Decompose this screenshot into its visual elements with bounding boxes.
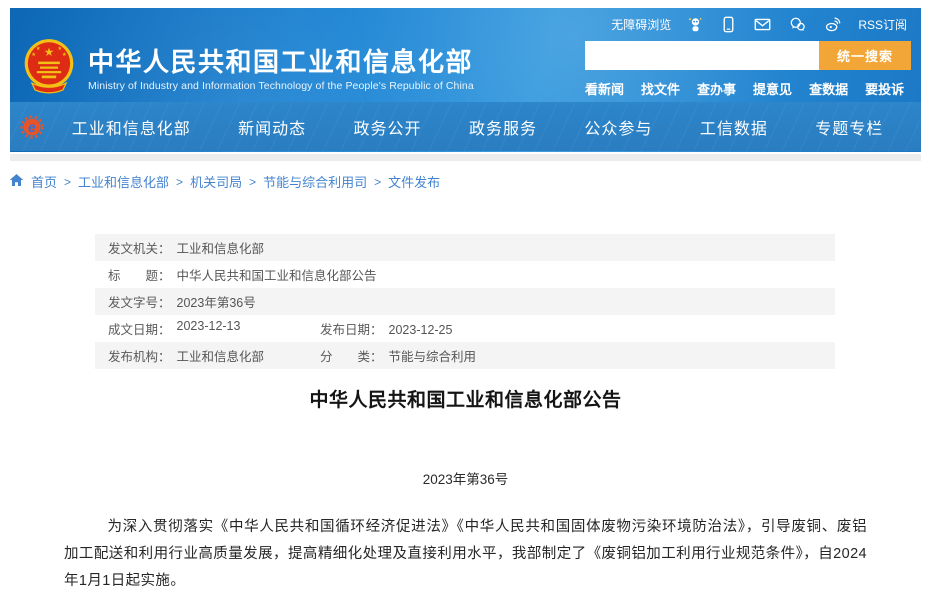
home-icon: [9, 173, 24, 190]
meta-value: 工业和信息化部: [177, 242, 265, 256]
nav-item-miit[interactable]: 工业和信息化部: [72, 115, 191, 139]
breadcrumb-separator: >: [176, 175, 183, 189]
quick-link-suggestions[interactable]: 提意见: [753, 79, 792, 98]
robot-assistant-icon[interactable]: ✦ ✦: [687, 16, 704, 33]
meta-row-doc-number: 发文字号： 2023年第36号: [95, 288, 835, 315]
nav-item-public-participation[interactable]: 公众参与: [584, 115, 652, 139]
nav-item-gov-services[interactable]: 政务服务: [469, 115, 537, 139]
svg-text:★: ★: [44, 46, 54, 59]
article-doc-number: 2023年第36号: [0, 468, 931, 488]
quick-link-news[interactable]: 看新闻: [585, 79, 624, 98]
national-emblem-logo: ★ ★ ★ ★ ★: [22, 38, 76, 101]
article-paragraph: 为深入贯彻落实《中华人民共和国循环经济促进法》《中华人民共和国固体废物污染环境防…: [64, 514, 867, 595]
nav-item-gov-disclosure[interactable]: 政务公开: [354, 115, 422, 139]
rss-link[interactable]: RSS订阅: [858, 16, 907, 33]
meta-value: 工业和信息化部: [177, 346, 265, 365]
e-spiral-icon: e: [20, 115, 44, 139]
site-title: 中华人民共和国工业和信息化部: [88, 46, 474, 78]
nav-item-special-topics[interactable]: 专题专栏: [815, 115, 883, 139]
meta-value: 节能与综合利用: [389, 350, 477, 364]
meta-row-title: 标 题： 中华人民共和国工业和信息化部公告: [95, 261, 835, 288]
breadcrumb-home[interactable]: 首页: [31, 172, 57, 191]
topbar: 无障碍浏览 ✦ ✦: [10, 8, 921, 34]
wechat-icon[interactable]: [788, 16, 807, 33]
accessibility-link[interactable]: 无障碍浏览: [611, 16, 671, 33]
search-input[interactable]: [585, 41, 819, 70]
breadcrumb-miit[interactable]: 工业和信息化部: [78, 172, 169, 191]
meta-label: 标 题：: [108, 269, 171, 283]
svg-text:★: ★: [62, 52, 67, 58]
article-title: 中华人民共和国工业和信息化部公告: [0, 385, 931, 412]
meta-label: 发文机关：: [108, 242, 171, 256]
breadcrumb-separator: >: [64, 175, 71, 189]
meta-label: 分 类：: [320, 350, 383, 364]
meta-row-issuing-authority: 发文机关： 工业和信息化部: [95, 234, 835, 261]
meta-value: 2023年第36号: [177, 296, 256, 310]
weibo-icon[interactable]: [823, 16, 842, 33]
meta-value: 2023-12-13: [177, 319, 241, 338]
meta-value: 中华人民共和国工业和信息化部公告: [177, 269, 377, 283]
site-subtitle: Ministry of Industry and Information Tec…: [88, 80, 474, 92]
doc-meta-table: 发文机关： 工业和信息化部 标 题： 中华人民共和国工业和信息化部公告 发文字号： 2…: [95, 234, 835, 369]
quick-link-data[interactable]: 查数据: [809, 79, 848, 98]
mail-icon[interactable]: [753, 16, 772, 33]
breadcrumb-document-release[interactable]: 文件发布: [388, 172, 440, 191]
meta-label: 发文字号：: [108, 296, 171, 310]
search-button[interactable]: 统一搜索: [819, 41, 911, 70]
quick-links: 看新闻 找文件 查办事 提意见 查数据 要投诉: [585, 79, 911, 98]
meta-label: 成文日期：: [108, 319, 171, 338]
svg-text:★: ★: [36, 45, 41, 51]
meta-label: 发布日期：: [320, 323, 383, 337]
nav-items: 工业和信息化部 新闻动态 政务公开 政务服务 公众参与 工信数据 专题专栏: [48, 115, 907, 139]
breadcrumb-separator: >: [374, 175, 381, 189]
header-main: ★ ★ ★ ★ ★ 中华人民共和国工业和信息化部 Ministry of I: [10, 34, 921, 102]
meta-row-dates: 成文日期： 2023-12-13 发布日期： 2023-12-25: [95, 315, 835, 342]
mobile-icon[interactable]: [720, 16, 737, 33]
header-shadow: [10, 154, 921, 161]
svg-text:✦: ✦: [699, 16, 703, 21]
meta-value: 2023-12-25: [389, 323, 453, 337]
nav-item-miit-data[interactable]: 工信数据: [700, 115, 768, 139]
svg-text:★: ★: [31, 52, 36, 58]
quick-link-documents[interactable]: 找文件: [641, 79, 680, 98]
site-header: 无障碍浏览 ✦ ✦: [10, 8, 921, 152]
search-area: 统一搜索 看新闻 找文件 查办事 提意见 查数据 要投诉: [585, 41, 911, 98]
logo-area: ★ ★ ★ ★ ★ 中华人民共和国工业和信息化部 Ministry of I: [22, 38, 474, 101]
breadcrumb-departments[interactable]: 机关司局: [190, 172, 242, 191]
main-nav: e 工业和信息化部 新闻动态 政务公开 政务服务 公众参与 工信数据 专题专栏: [10, 102, 921, 151]
svg-text:e: e: [28, 119, 36, 135]
site-titles: 中华人民共和国工业和信息化部 Ministry of Industry and …: [88, 46, 474, 92]
nav-item-news[interactable]: 新闻动态: [238, 115, 306, 139]
breadcrumb-separator: >: [249, 175, 256, 189]
breadcrumb: 首页 > 工业和信息化部 > 机关司局 > 节能与综合利用司 > 文件发布: [0, 161, 931, 202]
quick-link-services[interactable]: 查办事: [697, 79, 736, 98]
svg-text:★: ★: [57, 45, 62, 51]
breadcrumb-energy-dept[interactable]: 节能与综合利用司: [263, 172, 367, 191]
meta-label: 发布机构：: [108, 346, 171, 365]
quick-link-complaints[interactable]: 要投诉: [865, 79, 904, 98]
page: 无障碍浏览 ✦ ✦: [0, 8, 931, 595]
meta-row-publisher-category: 发布机构： 工业和信息化部 分 类： 节能与综合利用: [95, 342, 835, 369]
